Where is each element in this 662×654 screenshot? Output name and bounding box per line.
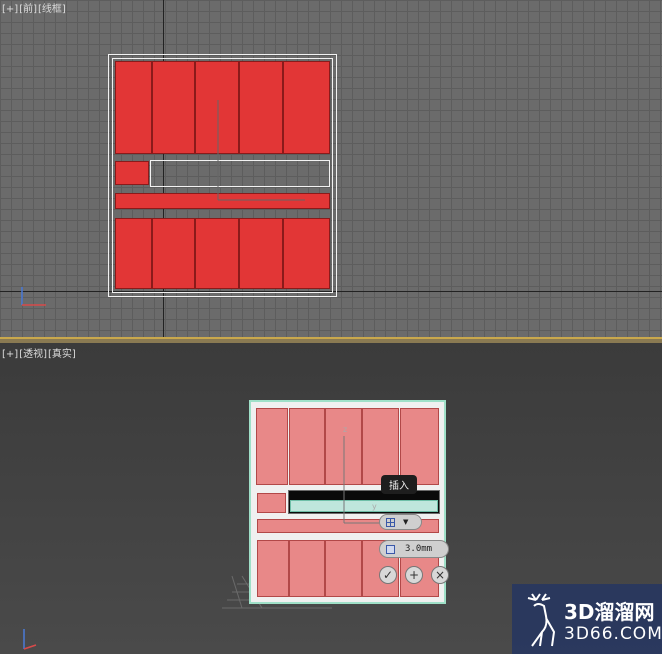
inset-amount-field[interactable]: 3.0mm <box>379 540 449 558</box>
viewport-view-name[interactable]: [前] <box>19 4 37 15</box>
amount-icon <box>386 544 395 554</box>
check-icon: ✓ <box>382 568 394 582</box>
viewport-label-perspective[interactable]: [+][透视][真实] <box>2 345 77 360</box>
cancel-button[interactable]: × <box>431 566 449 584</box>
viewport-menu-plus[interactable]: [+] <box>2 349 18 360</box>
door-panel[interactable] <box>152 218 195 289</box>
front-viewport[interactable]: [+][前][线框] <box>0 0 662 337</box>
apply-button[interactable]: + <box>405 566 423 584</box>
axis-tripod-icon <box>21 287 46 306</box>
door-panel[interactable] <box>152 61 195 154</box>
grid-icon <box>386 517 395 527</box>
door-panel[interactable] <box>195 218 239 289</box>
door-panel[interactable] <box>239 218 283 289</box>
inset-group-dropdown[interactable]: ▼ <box>379 514 422 530</box>
axis-tripod-icon <box>23 629 37 650</box>
door-panel[interactable] <box>289 540 325 597</box>
viewport-label-front[interactable]: [+][前][线框] <box>2 0 67 15</box>
chevron-down-icon: ▼ <box>403 518 409 526</box>
door-panel[interactable] <box>256 408 288 485</box>
door-panel[interactable] <box>325 540 362 597</box>
transform-gizmo[interactable] <box>200 95 310 205</box>
viewport-shading-mode[interactable]: [真实] <box>48 349 76 360</box>
door-panel[interactable] <box>283 218 330 289</box>
plus-icon: + <box>408 568 420 582</box>
small-drawer-face[interactable] <box>115 161 149 185</box>
ok-button[interactable]: ✓ <box>379 566 397 584</box>
door-panel[interactable] <box>400 408 439 485</box>
door-panel[interactable] <box>289 408 325 485</box>
watermark-logo: 3D溜溜网 3D66.COM <box>512 584 662 654</box>
viewport-view-name[interactable]: [透视] <box>19 349 47 360</box>
door-panel[interactable] <box>257 540 289 597</box>
deer-icon <box>527 593 556 647</box>
inset-amount-value[interactable]: 3.0mm <box>405 544 432 554</box>
viewport-menu-plus[interactable]: [+] <box>2 4 18 15</box>
door-panel[interactable] <box>115 61 152 154</box>
viewport-shading-mode[interactable]: [线框] <box>38 4 66 15</box>
close-icon: × <box>434 568 446 582</box>
inset-tooltip: 插入 <box>381 475 417 494</box>
watermark-url: 3D66.COM <box>564 624 662 644</box>
watermark-brand: 3D溜溜网 <box>564 600 655 624</box>
small-drawer-face[interactable] <box>257 493 286 513</box>
door-panel[interactable] <box>115 218 152 289</box>
gizmo-y-label: y <box>372 502 377 511</box>
gizmo-z-label: z <box>343 425 348 434</box>
